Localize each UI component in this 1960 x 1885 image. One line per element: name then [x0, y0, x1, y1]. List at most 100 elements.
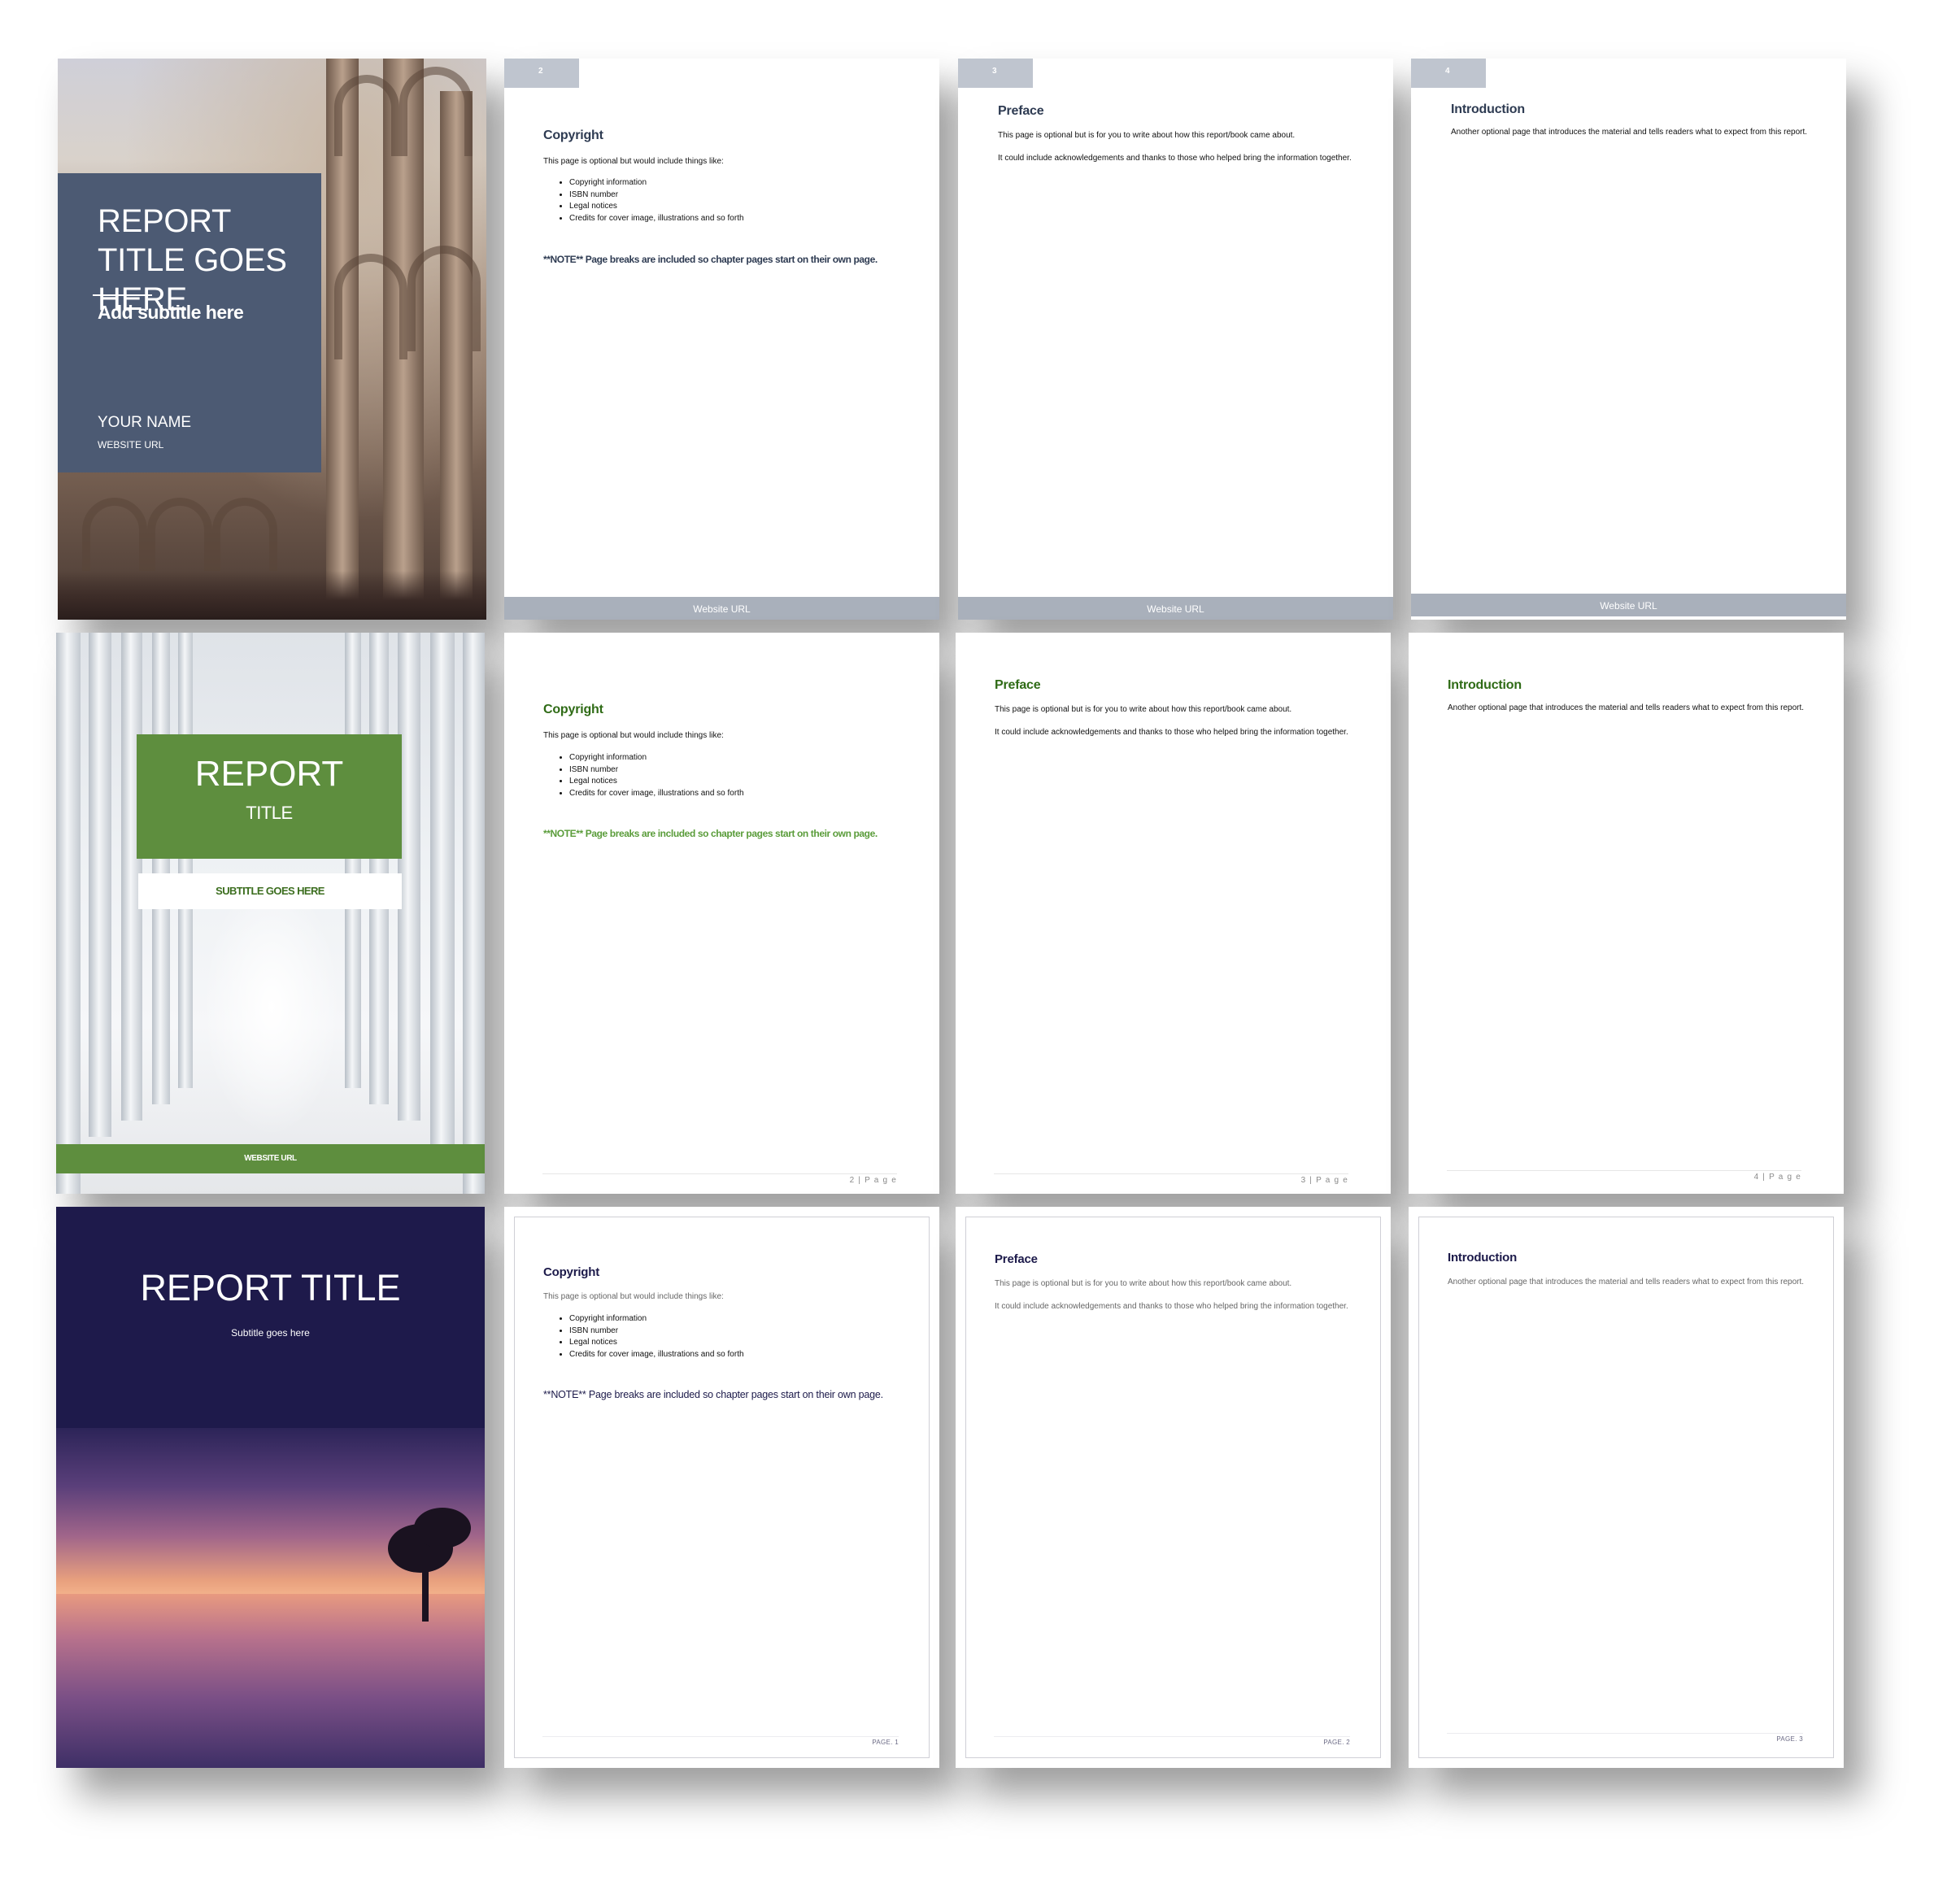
intro-paragraph[interactable]: Another optional page that introduces th…: [1451, 127, 1809, 137]
copyright-page-slate[interactable]: 2 Copyright This page is optional but wo…: [504, 59, 939, 620]
page-heading[interactable]: Copyright: [543, 1265, 599, 1279]
list-item: Legal notices: [569, 776, 744, 788]
preface-paragraph-1[interactable]: This page is optional but is for you to …: [995, 1278, 1352, 1289]
bullet-list[interactable]: Copyright information ISBN number Legal …: [543, 1313, 744, 1360]
page-number-tab: 4: [1411, 59, 1486, 88]
introduction-page-slate[interactable]: 4 Introduction Another optional page tha…: [1411, 59, 1846, 620]
page-heading[interactable]: Preface: [998, 104, 1044, 119]
photo-pillar: [89, 633, 111, 1137]
photo-pillar: [56, 633, 81, 1194]
cover-photo-columns: [56, 633, 485, 1194]
photo-arch: [212, 498, 277, 571]
preface-page-green[interactable]: Preface This page is optional but is for…: [956, 633, 1391, 1194]
page-heading[interactable]: Copyright: [543, 703, 603, 717]
page-footer: PAGE. 3: [1447, 1733, 1803, 1743]
page-footer: 4 | P a g e: [1447, 1170, 1801, 1182]
intro-text[interactable]: This page is optional but would include …: [543, 156, 724, 167]
cover-url[interactable]: WEBSITE URL: [56, 1144, 485, 1173]
intro-paragraph[interactable]: Another optional page that introduces th…: [1448, 703, 1805, 713]
intro-text[interactable]: This page is optional but would include …: [543, 730, 724, 741]
page-footer: Website URL: [958, 597, 1393, 620]
page-footer: 3 | P a g e: [994, 1173, 1348, 1185]
page-footer: PAGE. 2: [994, 1736, 1350, 1746]
photo-arch: [399, 67, 473, 156]
cover-title-line2[interactable]: TITLE: [137, 803, 402, 824]
photo-pillar: [178, 633, 193, 1088]
cover-title-block: REPORT TITLE Subtitle goes here: [56, 1207, 485, 1428]
photo-light: [203, 877, 341, 1137]
cover-url[interactable]: WEBSITE URL: [98, 439, 163, 451]
photo-arch: [147, 498, 212, 571]
list-item: Credits for cover image, illustrations a…: [569, 788, 744, 800]
photo-arch: [82, 498, 147, 571]
photo-arch: [407, 246, 481, 351]
list-item: Credits for cover image, illustrations a…: [569, 213, 744, 225]
preface-page-navy[interactable]: Preface This page is optional but is for…: [956, 1207, 1391, 1768]
cover-title[interactable]: REPORT TITLE: [56, 1267, 485, 1309]
introduction-page-navy[interactable]: Introduction Another optional page that …: [1409, 1207, 1844, 1768]
copyright-page-green[interactable]: Copyright This page is optional but woul…: [504, 633, 939, 1194]
photo-pillar: [152, 633, 170, 1104]
cover-page-slate[interactable]: REPORT TITLE GOES HERE Add subtitle here…: [58, 59, 486, 620]
photo-tree-canopy: [414, 1508, 471, 1548]
page-footer: Website URL: [1411, 594, 1846, 616]
photo-arch: [334, 254, 407, 359]
preface-paragraph-2[interactable]: It could include acknowledgements and th…: [995, 727, 1352, 738]
cover-author[interactable]: YOUR NAME: [98, 414, 191, 432]
page-footer: Website URL: [504, 597, 939, 620]
page-heading[interactable]: Copyright: [543, 128, 603, 143]
cover-subtitle[interactable]: Subtitle goes here: [56, 1327, 485, 1339]
page-heading[interactable]: Introduction: [1448, 678, 1522, 693]
photo-arch: [334, 75, 399, 156]
page-break-note[interactable]: **NOTE** Page breaks are included so cha…: [543, 254, 878, 265]
intro-paragraph[interactable]: Another optional page that introduces th…: [1448, 1277, 1805, 1287]
cover-title-box: REPORT TITLE: [137, 734, 402, 859]
preface-page-slate[interactable]: 3 Preface This page is optional but is f…: [958, 59, 1393, 620]
page-break-note[interactable]: **NOTE** Page breaks are included so cha…: [543, 1389, 883, 1400]
page-border: [965, 1217, 1381, 1758]
cover-page-navy[interactable]: REPORT TITLE Subtitle goes here: [56, 1207, 485, 1768]
list-item: Legal notices: [569, 201, 744, 213]
list-item: ISBN number: [569, 189, 744, 202]
page-break-note[interactable]: **NOTE** Page breaks are included so cha…: [543, 828, 878, 839]
list-item: Copyright information: [569, 177, 744, 189]
photo-pillar: [369, 633, 389, 1104]
list-item: Credits for cover image, illustrations a…: [569, 1349, 744, 1361]
photo-tree-trunk: [422, 1565, 429, 1622]
bullet-list[interactable]: Copyright information ISBN number Legal …: [543, 177, 744, 224]
list-item: ISBN number: [569, 1326, 744, 1338]
photo-pillar: [463, 633, 485, 1194]
cover-subtitle[interactable]: SUBTITLE GOES HERE: [138, 873, 402, 909]
cover-title-line1[interactable]: REPORT: [137, 754, 402, 794]
preface-paragraph-1[interactable]: This page is optional but is for you to …: [995, 704, 1352, 715]
cover-photo-water: [56, 1594, 485, 1768]
page-number-tab: 2: [504, 59, 579, 88]
page-heading[interactable]: Preface: [995, 678, 1041, 693]
page-footer: 2 | P a g e: [542, 1173, 897, 1185]
preface-paragraph-2[interactable]: It could include acknowledgements and th…: [998, 153, 1356, 163]
bullet-list[interactable]: Copyright information ISBN number Legal …: [543, 752, 744, 799]
page-heading[interactable]: Introduction: [1448, 1251, 1517, 1265]
page-footer: PAGE. 1: [542, 1736, 899, 1746]
page-border: [1418, 1217, 1834, 1758]
list-item: Copyright information: [569, 752, 744, 764]
cover-title-panel: REPORT TITLE GOES HERE Add subtitle here…: [58, 173, 321, 472]
preface-paragraph-1[interactable]: This page is optional but is for you to …: [998, 130, 1356, 141]
photo-pillar: [430, 633, 455, 1145]
photo-column: [440, 91, 473, 620]
cover-page-green[interactable]: REPORT TITLE SUBTITLE GOES HERE WEBSITE …: [56, 633, 485, 1194]
page-heading[interactable]: Introduction: [1451, 102, 1525, 117]
photo-pillar: [345, 633, 361, 1088]
preface-paragraph-2[interactable]: It could include acknowledgements and th…: [995, 1301, 1352, 1312]
intro-text[interactable]: This page is optional but would include …: [543, 1291, 724, 1302]
list-item: ISBN number: [569, 764, 744, 777]
introduction-page-green[interactable]: Introduction Another optional page that …: [1409, 633, 1844, 1194]
photo-crowd: [58, 571, 486, 620]
title-divider: [93, 294, 152, 296]
cover-subtitle[interactable]: Add subtitle here: [98, 302, 244, 324]
list-item: Legal notices: [569, 1337, 744, 1349]
page-number-tab: 3: [958, 59, 1033, 88]
copyright-page-navy[interactable]: Copyright This page is optional but woul…: [504, 1207, 939, 1768]
list-item: Copyright information: [569, 1313, 744, 1326]
page-heading[interactable]: Preface: [995, 1252, 1038, 1266]
